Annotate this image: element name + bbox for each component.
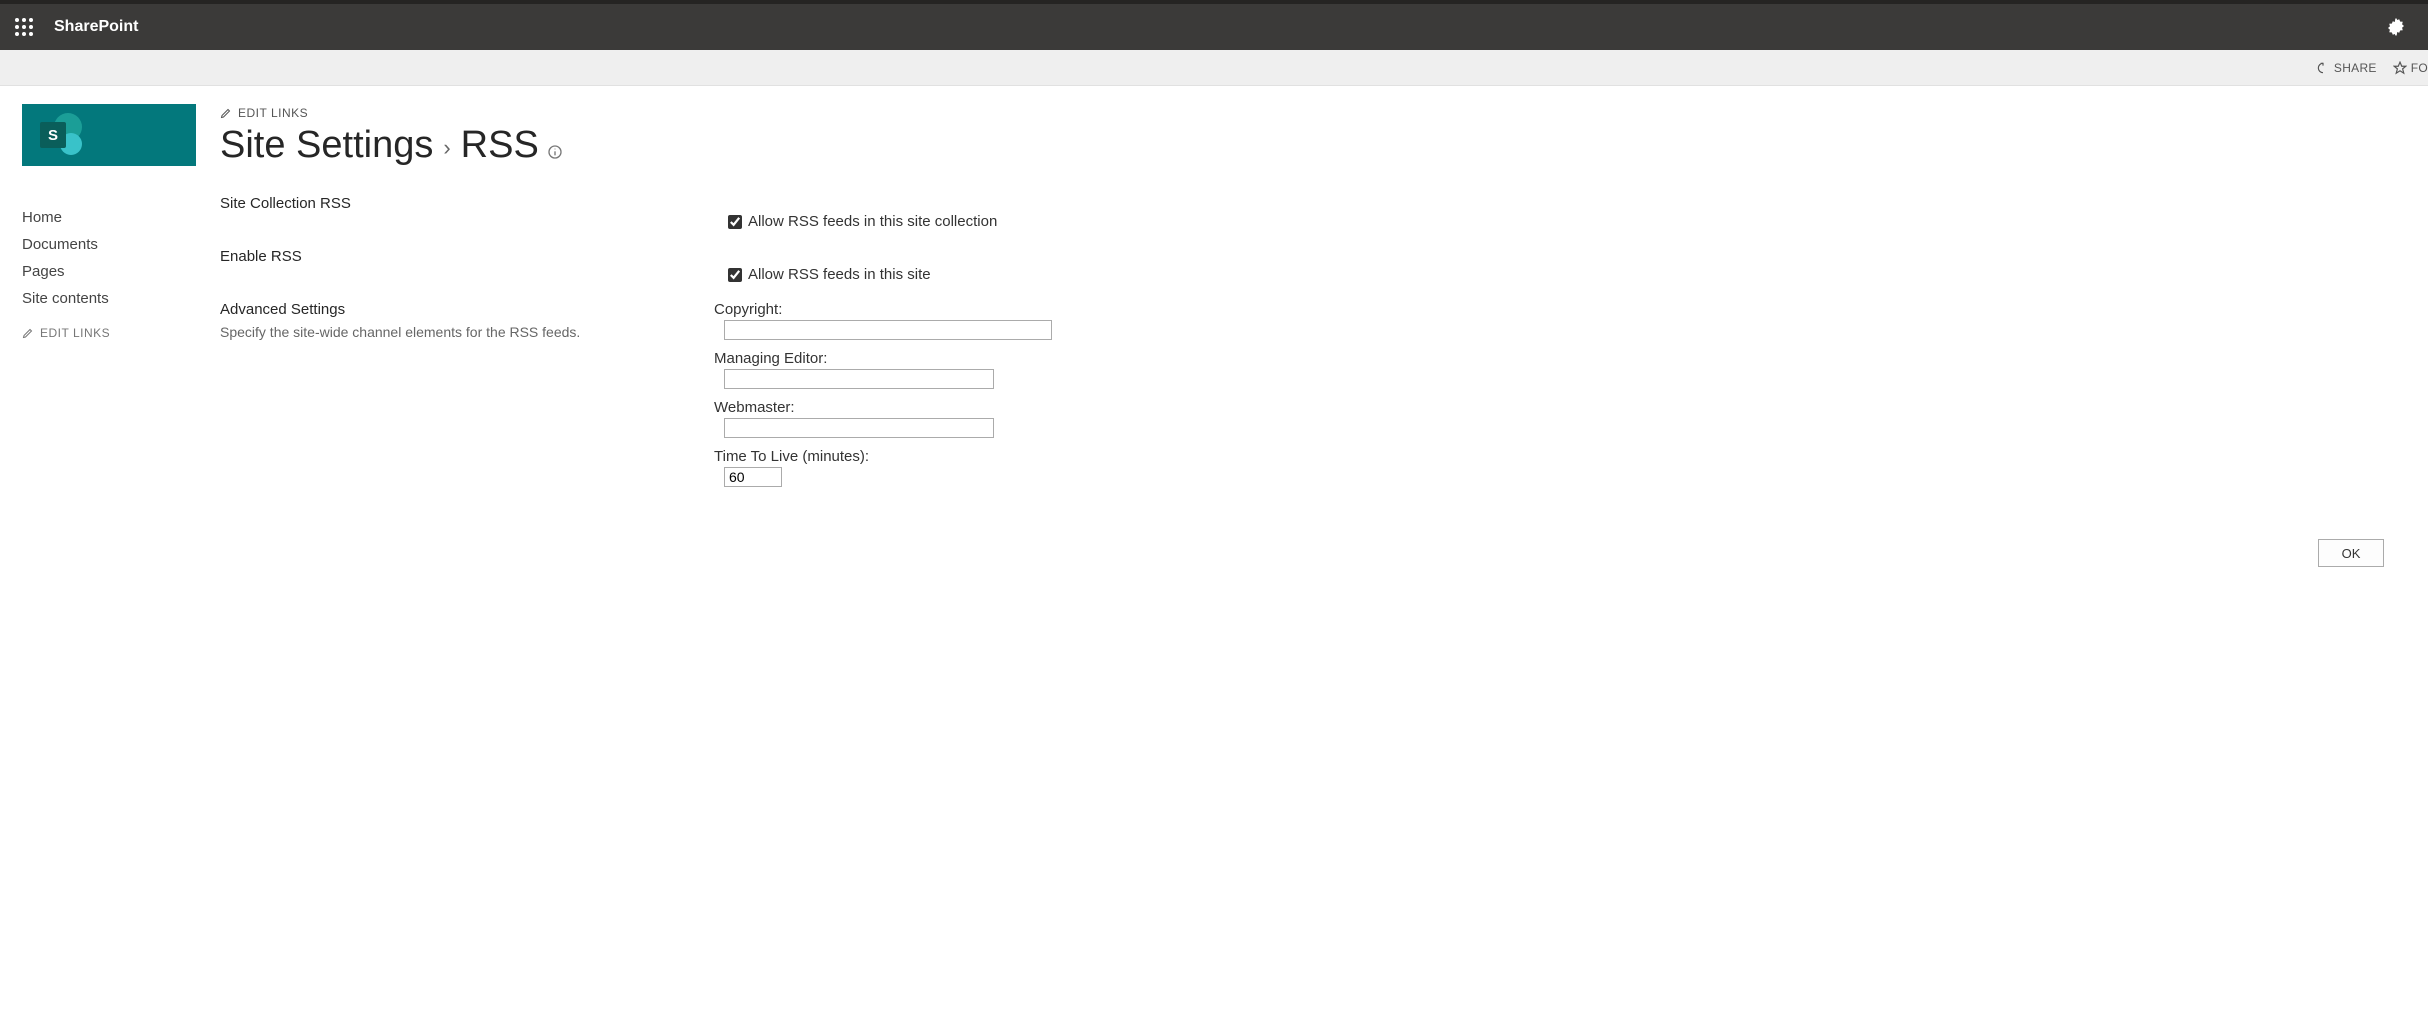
breadcrumb-current: RSS <box>461 124 539 167</box>
quick-launch-nav: Home Documents Pages Site contents EDIT … <box>22 204 216 340</box>
nav-edit-links-label: EDIT LINKS <box>40 326 110 340</box>
nav-home[interactable]: Home <box>22 204 216 231</box>
quick-launch-column: S Home Documents Pages Site contents EDI… <box>22 104 216 567</box>
ribbon-bar: SHARE FO <box>0 50 2428 86</box>
share-icon <box>2316 61 2330 75</box>
section-site-collection-rss: Site Collection RSS Allow RSS feeds in t… <box>220 189 2406 242</box>
copyright-field-block: Copyright: <box>714 301 2406 340</box>
page-body: S Home Documents Pages Site contents EDI… <box>0 86 2428 607</box>
allow-rss-site-checkbox[interactable] <box>728 268 742 282</box>
allow-rss-site-collection-row: Allow RSS feeds in this site collection <box>714 213 2406 230</box>
allow-rss-site-collection-checkbox[interactable] <box>728 215 742 229</box>
chevron-right-icon: › <box>443 135 450 161</box>
nav-documents[interactable]: Documents <box>22 231 216 258</box>
follow-button[interactable]: FO <box>2385 50 2428 85</box>
ttl-input[interactable] <box>724 467 782 487</box>
copyright-input[interactable] <box>724 320 1052 340</box>
top-edit-links-label: EDIT LINKS <box>238 106 308 120</box>
allow-rss-site-collection-label: Allow RSS feeds in this site collection <box>748 213 997 230</box>
ttl-label: Time To Live (minutes): <box>714 448 2406 465</box>
webmaster-input[interactable] <box>724 418 994 438</box>
settings-gear-icon[interactable] <box>2372 4 2420 50</box>
button-row: OK <box>220 539 2406 567</box>
page-title: Site Settings › RSS <box>220 124 2406 167</box>
suite-bar: SharePoint <box>0 4 2428 50</box>
site-logo[interactable]: S <box>22 104 196 166</box>
allow-rss-site-row: Allow RSS feeds in this site <box>714 266 2406 283</box>
sharepoint-logo-icon: S <box>40 113 84 157</box>
section-title: Site Collection RSS <box>220 195 694 212</box>
copyright-label: Copyright: <box>714 301 2406 318</box>
nav-edit-links[interactable]: EDIT LINKS <box>22 326 216 340</box>
breadcrumb-parent[interactable]: Site Settings <box>220 124 433 167</box>
settings-form: Site Collection RSS Allow RSS feeds in t… <box>220 189 2406 509</box>
share-button[interactable]: SHARE <box>2308 50 2385 85</box>
app-name[interactable]: SharePoint <box>48 18 138 36</box>
suite-bar-left: SharePoint <box>0 4 138 50</box>
app-launcher-icon[interactable] <box>0 4 48 50</box>
top-edit-links[interactable]: EDIT LINKS <box>220 106 2406 120</box>
main-content: EDIT LINKS Site Settings › RSS Site Coll… <box>216 104 2406 567</box>
allow-rss-site-label: Allow RSS feeds in this site <box>748 266 931 283</box>
section-title: Enable RSS <box>220 248 694 265</box>
section-enable-rss: Enable RSS Allow RSS feeds in this site <box>220 242 2406 295</box>
section-help-text: Specify the site-wide channel elements f… <box>220 324 694 340</box>
managing-editor-input[interactable] <box>724 369 994 389</box>
star-icon <box>2393 61 2407 75</box>
suite-bar-right <box>2372 4 2420 50</box>
share-label: SHARE <box>2334 61 2377 75</box>
webmaster-field-block: Webmaster: <box>714 399 2406 438</box>
ttl-field-block: Time To Live (minutes): <box>714 448 2406 487</box>
nav-site-contents[interactable]: Site contents <box>22 285 216 312</box>
section-title: Advanced Settings <box>220 301 694 318</box>
managing-editor-label: Managing Editor: <box>714 350 2406 367</box>
pencil-icon <box>220 107 232 119</box>
nav-pages[interactable]: Pages <box>22 258 216 285</box>
info-icon[interactable] <box>547 144 563 160</box>
webmaster-label: Webmaster: <box>714 399 2406 416</box>
pencil-icon <box>22 327 34 339</box>
section-advanced-settings: Advanced Settings Specify the site-wide … <box>220 295 2406 509</box>
follow-label: FO <box>2411 61 2428 75</box>
managing-editor-field-block: Managing Editor: <box>714 350 2406 389</box>
ok-button[interactable]: OK <box>2318 539 2384 567</box>
